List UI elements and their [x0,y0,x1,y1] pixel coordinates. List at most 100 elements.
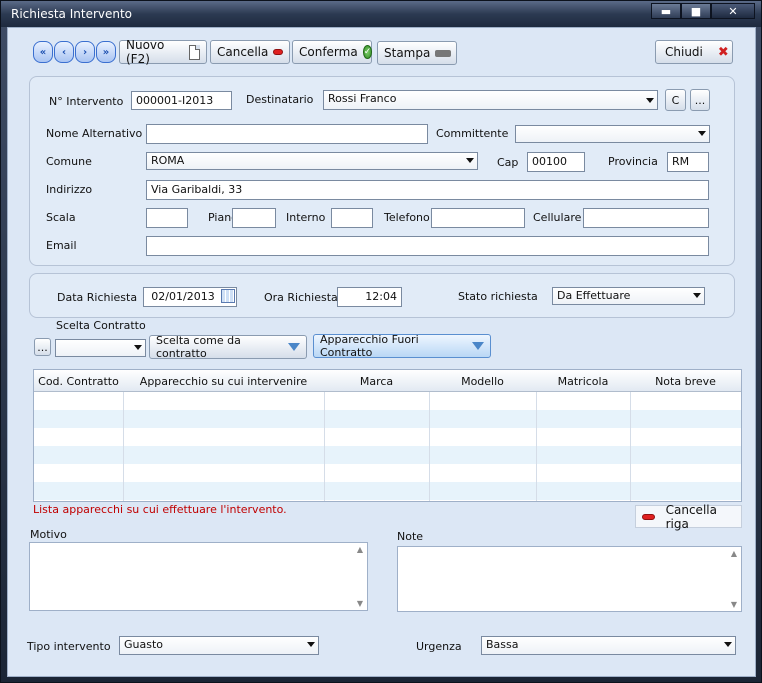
minimize-button[interactable]: ▬ [651,3,681,19]
tipo-intervento-select[interactable]: Guasto [119,636,319,655]
window-title: Richiesta Intervento [11,7,133,21]
contratto-more-button[interactable]: ... [34,338,51,356]
grid-divider [630,392,631,501]
scroll-up-icon[interactable]: ▲ [729,549,739,558]
filter-icon [288,343,300,351]
committente-select[interactable] [515,125,710,143]
comune-label: Comune [46,155,92,168]
contratto-select[interactable] [55,339,146,357]
col-marca[interactable]: Marca [324,375,429,388]
n-intervento-label: N° Intervento [49,95,124,108]
tipo-intervento-value: Guasto [124,638,164,651]
email-label: Email [46,239,77,252]
col-apparecchio[interactable]: Apparecchio su cui intervenire [123,375,324,388]
urgenza-select[interactable]: Bassa [481,636,736,655]
col-matricola[interactable]: Matricola [536,375,630,388]
email-field[interactable] [146,236,709,256]
title-bar[interactable]: Richiesta Intervento ▬ ■ ✕ [1,1,761,27]
print-button[interactable]: Stampa [377,41,457,65]
new-button[interactable]: Nuovo (F2) [119,38,207,66]
printer-icon [435,46,451,62]
fuori-contratto-label: Apparecchio Fuori Contratto [320,333,419,359]
n-intervento-field[interactable]: 000001-I2013 [131,91,232,110]
next-record-button[interactable]: › [75,41,95,63]
close-icon: ✖ [717,44,729,60]
minus-icon [642,513,655,520]
destinatario-select[interactable]: Rossi Franco [323,90,658,110]
scroll-down-icon[interactable]: ▼ [729,600,739,609]
stato-richiesta-label: Stato richiesta [458,290,538,303]
chevron-down-icon [307,642,315,647]
document-icon [189,44,200,60]
destinatario-value: Rossi Franco [328,92,397,105]
fuori-contratto-button[interactable]: Apparecchio Fuori Contratto [313,333,491,359]
apparecchi-grid[interactable]: Cod. Contratto Apparecchio su cui interv… [33,369,742,502]
scala-field[interactable] [146,208,188,228]
piano-field[interactable] [232,208,276,228]
interno-field[interactable] [331,208,373,228]
prev-record-button[interactable]: ‹ [54,41,74,63]
delete-label: Cancella [217,45,269,59]
delete-button[interactable]: Cancella [210,40,290,64]
nome-alternativo-label: Nome Alternativo [46,127,143,140]
first-record-button[interactable]: « [33,41,53,63]
indirizzo-label: Indirizzo [46,183,93,196]
col-cod-contratto[interactable]: Cod. Contratto [34,375,123,388]
minus-icon [273,49,283,55]
ora-richiesta-field[interactable]: 12:04 [337,287,402,307]
destinatario-label: Destinatario [246,93,314,106]
provincia-label: Provincia [608,155,658,168]
c-button[interactable]: C [665,89,686,111]
data-richiesta-value: 02/01/2013 [151,290,215,303]
tipo-intervento-label: Tipo intervento [27,640,111,653]
telefono-field[interactable] [431,208,525,228]
grid-hint: Lista apparecchi su cui effettuare l'int… [33,503,287,516]
urgenza-value: Bassa [486,638,519,651]
ora-richiesta-label: Ora Richiesta [264,291,338,304]
destinatario-more-button[interactable]: ... [690,89,710,111]
provincia-field[interactable]: RM [667,152,709,172]
filter-icon [472,342,484,350]
scelta-contratto-label: Scelta Contratto [56,319,146,332]
new-label: Nuovo (F2) [126,38,165,66]
confirm-button[interactable]: Conferma ✓ [292,40,373,64]
chevron-down-icon [724,642,732,647]
table-row[interactable] [34,482,741,500]
cellulare-field[interactable] [583,208,709,228]
table-row[interactable] [34,410,741,428]
chevron-down-icon [698,131,706,136]
close-window-button[interactable]: ✕ [711,3,755,19]
note-textarea[interactable]: ▲ ▼ [397,546,742,612]
comune-select[interactable]: ROMA [146,152,478,170]
maximize-button[interactable]: ■ [681,3,711,19]
stato-richiesta-value: Da Effettuare [557,289,631,302]
grid-divider [536,392,537,501]
col-nota-breve[interactable]: Nota breve [630,375,741,388]
check-icon: ✓ [362,45,373,59]
stato-richiesta-select[interactable]: Da Effettuare [552,287,705,305]
last-record-button[interactable]: » [96,41,116,63]
indirizzo-field[interactable]: Via Garibaldi, 33 [146,180,709,200]
chevron-down-icon [134,345,142,350]
scala-label: Scala [46,211,76,224]
cancella-riga-label: Cancella riga [665,502,717,531]
comune-value: ROMA [151,154,185,167]
scroll-down-icon[interactable]: ▼ [355,599,365,608]
cap-field[interactable]: 00100 [527,152,585,172]
confirm-label: Conferma [299,45,358,59]
chevron-down-icon [646,98,654,103]
grid-divider [123,392,124,501]
grid-divider [324,392,325,501]
calendar-icon[interactable] [221,289,235,303]
cap-label: Cap [497,156,519,169]
cancella-riga-button[interactable]: Cancella riga [635,502,742,531]
col-modello[interactable]: Modello [429,375,536,388]
grid-divider [429,392,430,501]
nome-alternativo-field[interactable] [146,124,428,144]
scroll-up-icon[interactable]: ▲ [355,545,365,554]
table-row[interactable] [34,446,741,464]
motivo-textarea[interactable]: ▲ ▼ [29,542,368,611]
scelta-contratto-button[interactable]: Scelta come da contratto [149,334,307,360]
telefono-label: Telefono [384,211,430,224]
close-button[interactable]: Chiudi ✖ [655,40,733,64]
